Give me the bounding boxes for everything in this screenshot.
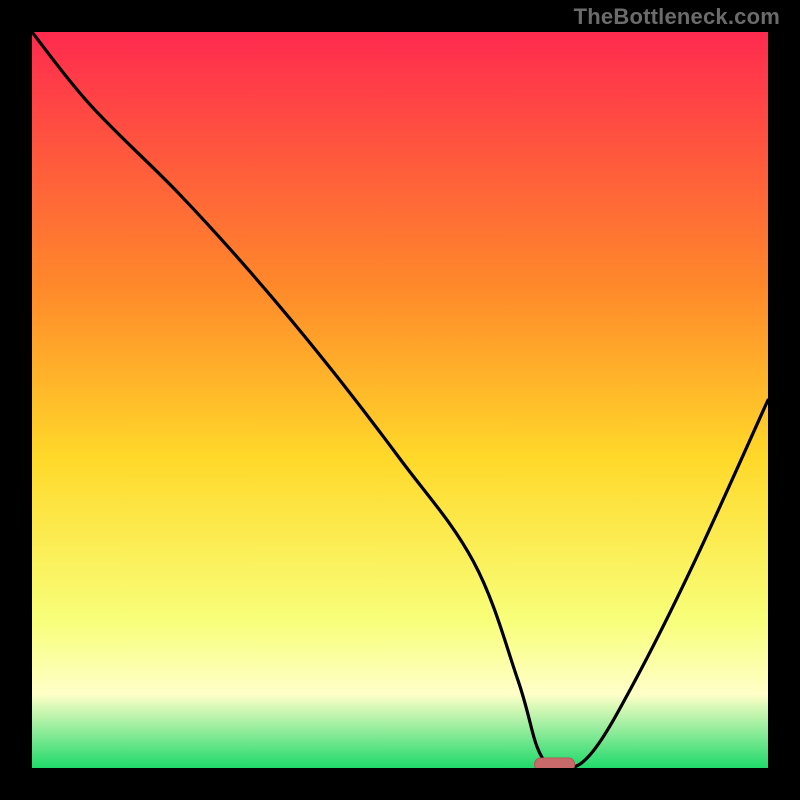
gradient-background — [32, 32, 768, 768]
chart-container: TheBottleneck.com — [0, 0, 800, 800]
bottleneck-chart — [32, 32, 768, 768]
watermark-label: TheBottleneck.com — [574, 4, 780, 30]
optimal-marker — [535, 758, 575, 768]
plot-frame — [32, 32, 768, 768]
